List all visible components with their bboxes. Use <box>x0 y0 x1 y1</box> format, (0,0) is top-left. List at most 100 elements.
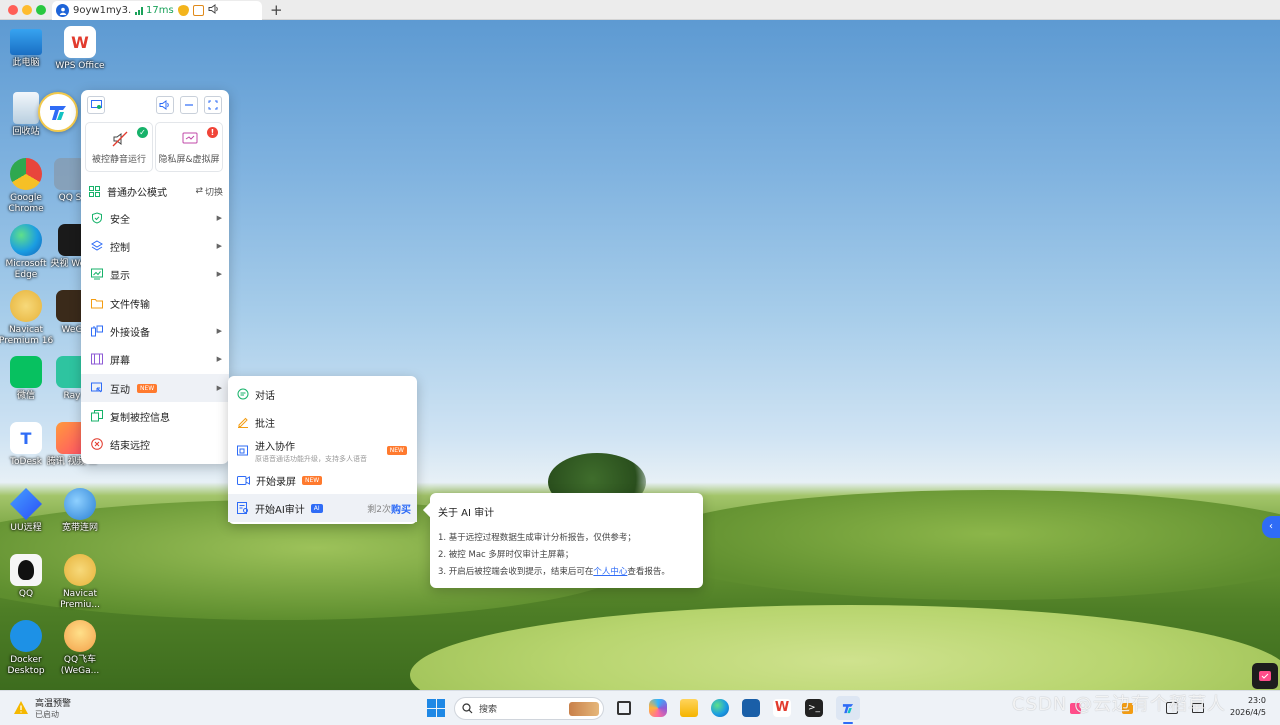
menu-item-label: 外接设备 <box>110 327 150 339</box>
menu-item-interaction[interactable]: 互动 NEW ▶ <box>81 374 229 402</box>
corner-app-button[interactable] <box>1252 663 1278 689</box>
windows-start-icon[interactable] <box>427 699 445 717</box>
minimize-window-button[interactable] <box>22 5 32 15</box>
chat-icon <box>237 388 249 400</box>
desktop-icon-navicat[interactable]: Navicat Premiu... <box>50 554 110 611</box>
terminal-icon[interactable]: >_ <box>805 699 823 717</box>
menu-item-screen[interactable]: 屏幕 ▶ <box>81 345 229 373</box>
remaining-count: 剩2次 <box>367 504 391 515</box>
menu-item-label: 屏幕 <box>110 355 130 367</box>
globe-icon <box>64 488 96 520</box>
taskbar-clock[interactable]: 23:0 2026/4/5 <box>1230 695 1266 719</box>
chevron-right-icon: ▶ <box>216 270 222 278</box>
side-panel-toggle[interactable]: ‹ <box>1262 516 1280 538</box>
mute-run-card[interactable]: ✓ 被控静音运行 <box>85 122 153 172</box>
submenu-item-label: 开始录屏 <box>256 476 296 488</box>
menu-item-label: 文件传输 <box>110 299 150 311</box>
office-mode-label: 普通办公模式 <box>107 187 167 199</box>
resolution-icon[interactable] <box>192 5 204 16</box>
desktop-icon-docker[interactable]: Docker Desktop <box>0 620 56 677</box>
chevron-right-icon: ▶ <box>216 355 222 363</box>
wps-icon[interactable]: W <box>773 699 791 717</box>
privacy-screen-label: 隐私屏&虚拟屏 <box>158 155 220 165</box>
fullscreen-button[interactable] <box>204 96 222 114</box>
enabled-badge-icon: ✓ <box>137 127 148 138</box>
new-tag: NEW <box>137 383 158 393</box>
new-tab-button[interactable]: + <box>270 1 283 19</box>
speaker-icon[interactable] <box>208 4 220 17</box>
menu-item-label: 控制 <box>110 242 130 254</box>
submenu-item-chat[interactable]: 对话 <box>228 380 417 408</box>
new-tag: NEW <box>386 446 407 455</box>
screen-icon <box>91 353 103 365</box>
user-avatar-icon <box>56 4 69 17</box>
close-window-button[interactable] <box>8 5 18 15</box>
zoom-window-button[interactable] <box>36 5 46 15</box>
computer-icon <box>10 29 42 55</box>
speaker-icon <box>159 100 169 110</box>
desktop-icon-qq[interactable]: QQ <box>0 554 56 600</box>
ai-tag: AI <box>310 503 323 513</box>
menu-item-security[interactable]: 安全 ▶ <box>81 204 229 232</box>
chrome-icon <box>10 158 42 190</box>
desktop-icon-label: 此电脑 <box>12 58 40 68</box>
submenu-item-collaborate[interactable]: 进入协作 原语音通话功能升级，支持多人语音 NEW <box>228 436 417 466</box>
switch-mode-button[interactable]: ⇄ 切换 <box>195 185 223 198</box>
menu-item-control[interactable]: 控制 ▶ <box>81 232 229 260</box>
menu-item-display[interactable]: 显示 ▶ <box>81 260 229 288</box>
screen-select-button[interactable] <box>87 96 105 114</box>
submenu-item-label: 对话 <box>255 390 275 402</box>
weather-widget[interactable]: 高温预警 已启动 <box>13 696 71 720</box>
tooltip-line: 1. 基于远控过程数据生成审计分析报告，仅供参考； <box>438 533 636 543</box>
minimize-toolbar-button[interactable] <box>180 96 198 114</box>
todesk-taskbar-icon[interactable] <box>836 696 860 720</box>
task-view-icon[interactable] <box>617 701 631 715</box>
session-tab[interactable]: 9oyw1my3... 17ms <box>52 1 262 20</box>
desktop-icon-this-pc[interactable]: 此电脑 <box>0 26 56 69</box>
desktop-icon-label: UU远程 <box>10 523 42 533</box>
menu-item-copy-info[interactable]: 复制被控信息 <box>81 402 229 430</box>
file-explorer-icon[interactable] <box>680 699 698 717</box>
monitor-icon <box>90 100 102 109</box>
record-icon <box>237 475 250 485</box>
desktop-icon-label: QQ <box>18 589 34 599</box>
desktop-icon-label: Navicat Premiu... <box>60 589 100 610</box>
desktop-icon-uu-remote[interactable]: UU远程 <box>0 488 56 534</box>
tooltip-line: 2. 被控 Mac 多屏时仅审计主屏幕； <box>438 550 574 560</box>
store-icon[interactable] <box>742 699 760 717</box>
copilot-icon[interactable] <box>649 699 667 717</box>
menu-item-devices[interactable]: 外接设备 ▶ <box>81 317 229 345</box>
submenu-item-record[interactable]: 开始录屏 NEW <box>228 466 417 494</box>
new-tag: NEW <box>302 475 323 485</box>
navicat-icon <box>64 554 96 586</box>
warning-badge-icon: ! <box>207 127 218 138</box>
edge-icon[interactable] <box>711 699 729 717</box>
minus-icon <box>185 104 193 106</box>
chevron-right-icon: ▶ <box>216 327 222 335</box>
menu-item-end-remote[interactable]: 结束远控 <box>81 430 229 458</box>
submenu-item-annotate[interactable]: 批注 <box>228 408 417 436</box>
signal-icon <box>135 6 143 15</box>
fullscreen-icon <box>208 100 218 110</box>
sound-button[interactable] <box>156 96 174 114</box>
docker-icon <box>10 620 42 652</box>
qqspeed-icon <box>64 620 96 652</box>
todesk-floating-button[interactable] <box>38 92 78 132</box>
edge-icon <box>10 224 42 256</box>
buy-link[interactable]: 购买 <box>391 501 411 516</box>
desktop-icon-broadband[interactable]: 宽带连网 <box>50 488 110 534</box>
desktop-icon-label: QQ飞车 (WeGa... <box>60 655 100 676</box>
submenu-item-label: 开始AI审计 <box>255 504 305 516</box>
warning-icon <box>14 701 28 714</box>
search-icon <box>462 703 473 714</box>
submenu-item-ai-audit[interactable]: 开始AI审计 AI 剩2次 购买 <box>228 494 417 522</box>
end-icon <box>91 438 103 450</box>
clock-time: 23:0 <box>1247 696 1266 705</box>
desktop-icon-label: 宽带连网 <box>61 523 98 533</box>
taskbar-search[interactable]: 搜索 <box>454 697 604 720</box>
desktop-icon-qq-speed[interactable]: QQ飞车 (WeGa... <box>50 620 110 677</box>
menu-item-file-transfer[interactable]: 文件传输 <box>81 289 229 317</box>
privacy-screen-card[interactable]: ! 隐私屏&虚拟屏 <box>155 122 223 172</box>
desktop-icon-wps-office[interactable]: W WPS Office <box>50 26 110 72</box>
personal-center-link[interactable]: 个人中心 <box>593 567 627 577</box>
